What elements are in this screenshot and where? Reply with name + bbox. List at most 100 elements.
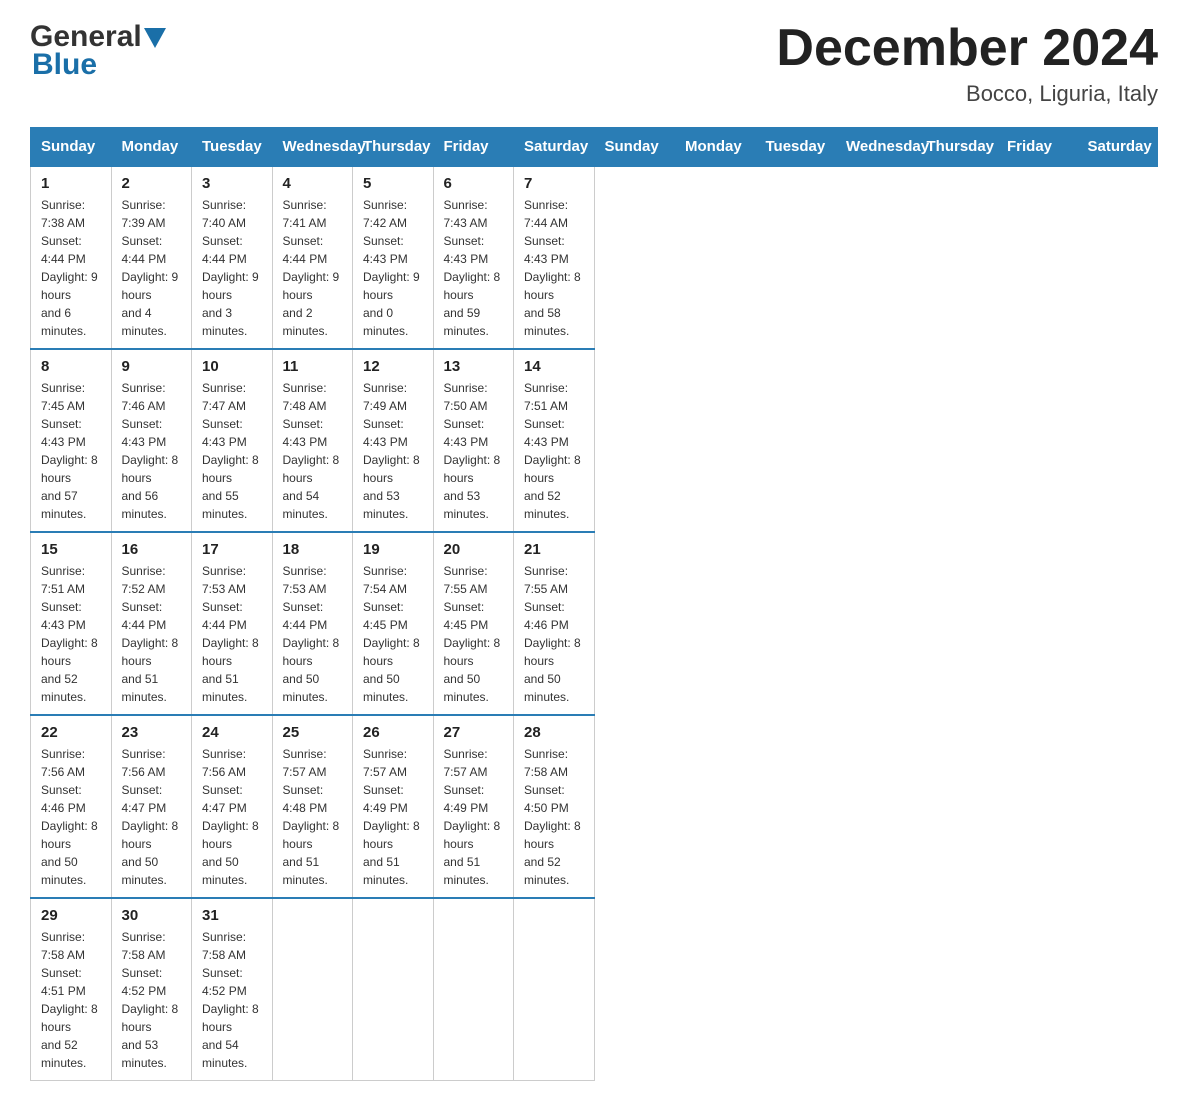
day-info: Sunrise: 7:53 AMSunset: 4:44 PMDaylight:… [283,562,343,706]
day-number: 7 [524,175,584,192]
day-info: Sunrise: 7:56 AMSunset: 4:47 PMDaylight:… [202,745,262,889]
day-cell-24: 24 Sunrise: 7:56 AMSunset: 4:47 PMDayligh… [192,715,273,898]
day-number: 20 [444,541,504,558]
day-info: Sunrise: 7:47 AMSunset: 4:43 PMDaylight:… [202,379,262,523]
week-row-3: 15 Sunrise: 7:51 AMSunset: 4:43 PMDayligh… [31,532,1158,715]
day-info: Sunrise: 7:56 AMSunset: 4:46 PMDaylight:… [41,745,101,889]
day-number: 10 [202,358,262,375]
day-info: Sunrise: 7:54 AMSunset: 4:45 PMDaylight:… [363,562,423,706]
day-number: 15 [41,541,101,558]
header-tuesday: Tuesday [192,128,273,167]
day-info: Sunrise: 7:41 AMSunset: 4:44 PMDaylight:… [283,196,343,340]
day-info: Sunrise: 7:56 AMSunset: 4:47 PMDaylight:… [122,745,182,889]
col-header-monday: Monday [675,128,756,167]
day-info: Sunrise: 7:50 AMSunset: 4:43 PMDaylight:… [444,379,504,523]
day-cell-27: 27 Sunrise: 7:57 AMSunset: 4:49 PMDayligh… [433,715,514,898]
col-header-tuesday: Tuesday [755,128,836,167]
day-number: 24 [202,724,262,741]
day-info: Sunrise: 7:57 AMSunset: 4:49 PMDaylight:… [444,745,504,889]
day-cell-8: 8 Sunrise: 7:45 AMSunset: 4:43 PMDaylight… [31,349,112,532]
day-number: 6 [444,175,504,192]
day-info: Sunrise: 7:46 AMSunset: 4:43 PMDaylight:… [122,379,182,523]
day-info: Sunrise: 7:52 AMSunset: 4:44 PMDaylight:… [122,562,182,706]
day-cell-15: 15 Sunrise: 7:51 AMSunset: 4:43 PMDayligh… [31,532,112,715]
day-info: Sunrise: 7:39 AMSunset: 4:44 PMDaylight:… [122,196,182,340]
header-sunday: Sunday [31,128,112,167]
day-cell-22: 22 Sunrise: 7:56 AMSunset: 4:46 PMDayligh… [31,715,112,898]
day-cell-17: 17 Sunrise: 7:53 AMSunset: 4:44 PMDayligh… [192,532,273,715]
day-cell-13: 13Sunrise: 7:50 AMSunset: 4:43 PMDayligh… [433,349,514,532]
day-info: Sunrise: 7:58 AMSunset: 4:50 PMDaylight:… [524,745,584,889]
day-info: Sunrise: 7:44 AMSunset: 4:43 PMDaylight:… [524,196,584,340]
day-cell-25: 25Sunrise: 7:57 AMSunset: 4:48 PMDayligh… [272,715,353,898]
day-number: 30 [122,907,182,924]
empty-cell [433,898,514,1081]
day-info: Sunrise: 7:51 AMSunset: 4:43 PMDaylight:… [524,379,584,523]
header-wednesday: Wednesday [272,128,353,167]
day-cell-29: 29 Sunrise: 7:58 AMSunset: 4:51 PMDayligh… [31,898,112,1081]
title-area: December 2024 Bocco, Liguria, Italy [776,20,1158,107]
day-cell-23: 23Sunrise: 7:56 AMSunset: 4:47 PMDayligh… [111,715,192,898]
day-number: 28 [524,724,584,741]
day-number: 9 [122,358,182,375]
day-info: Sunrise: 7:43 AMSunset: 4:43 PMDaylight:… [444,196,504,340]
col-header-wednesday: Wednesday [836,128,917,167]
week-row-1: 1 Sunrise: 7:38 AMSunset: 4:44 PMDaylight… [31,166,1158,349]
calendar-header-row: SundayMondayTuesdayWednesdayThursdayFrid… [31,128,1158,167]
day-info: Sunrise: 7:57 AMSunset: 4:49 PMDaylight:… [363,745,423,889]
day-number: 1 [41,175,101,192]
day-number: 14 [524,358,584,375]
day-info: Sunrise: 7:55 AMSunset: 4:45 PMDaylight:… [444,562,504,706]
day-number: 19 [363,541,423,558]
day-cell-18: 18Sunrise: 7:53 AMSunset: 4:44 PMDayligh… [272,532,353,715]
logo: General Blue [30,20,166,82]
day-cell-14: 14 Sunrise: 7:51 AMSunset: 4:43 PMDayligh… [514,349,595,532]
day-info: Sunrise: 7:58 AMSunset: 4:51 PMDaylight:… [41,928,101,1072]
day-number: 5 [363,175,423,192]
empty-cell [272,898,353,1081]
day-cell-12: 12Sunrise: 7:49 AMSunset: 4:43 PMDayligh… [353,349,434,532]
day-info: Sunrise: 7:38 AMSunset: 4:44 PMDaylight:… [41,196,101,340]
location: Bocco, Liguria, Italy [776,81,1158,107]
day-cell-6: 6 Sunrise: 7:43 AMSunset: 4:43 PMDaylight… [433,166,514,349]
day-number: 8 [41,358,101,375]
day-number: 27 [444,724,504,741]
day-number: 26 [363,724,423,741]
day-cell-20: 20 Sunrise: 7:55 AMSunset: 4:45 PMDayligh… [433,532,514,715]
day-info: Sunrise: 7:51 AMSunset: 4:43 PMDaylight:… [41,562,101,706]
day-cell-4: 4Sunrise: 7:41 AMSunset: 4:44 PMDaylight… [272,166,353,349]
header-friday: Friday [433,128,514,167]
day-cell-3: 3 Sunrise: 7:40 AMSunset: 4:44 PMDaylight… [192,166,273,349]
day-cell-11: 11 Sunrise: 7:48 AMSunset: 4:43 PMDayligh… [272,349,353,532]
day-number: 11 [283,358,343,375]
empty-cell [514,898,595,1081]
day-cell-5: 5 Sunrise: 7:42 AMSunset: 4:43 PMDaylight… [353,166,434,349]
col-header-saturday: Saturday [1077,128,1158,167]
day-number: 3 [202,175,262,192]
week-row-2: 8 Sunrise: 7:45 AMSunset: 4:43 PMDaylight… [31,349,1158,532]
day-info: Sunrise: 7:42 AMSunset: 4:43 PMDaylight:… [363,196,423,340]
day-number: 22 [41,724,101,741]
day-cell-30: 30Sunrise: 7:58 AMSunset: 4:52 PMDayligh… [111,898,192,1081]
day-number: 2 [122,175,182,192]
month-title: December 2024 [776,20,1158,77]
day-number: 29 [41,907,101,924]
day-cell-2: 2 Sunrise: 7:39 AMSunset: 4:44 PMDaylight… [111,166,192,349]
day-number: 17 [202,541,262,558]
header-thursday: Thursday [353,128,434,167]
day-info: Sunrise: 7:40 AMSunset: 4:44 PMDaylight:… [202,196,262,340]
empty-cell [353,898,434,1081]
day-cell-7: 7 Sunrise: 7:44 AMSunset: 4:43 PMDaylight… [514,166,595,349]
day-info: Sunrise: 7:48 AMSunset: 4:43 PMDaylight:… [283,379,343,523]
day-info: Sunrise: 7:45 AMSunset: 4:43 PMDaylight:… [41,379,101,523]
day-info: Sunrise: 7:53 AMSunset: 4:44 PMDaylight:… [202,562,262,706]
day-number: 31 [202,907,262,924]
day-cell-9: 9 Sunrise: 7:46 AMSunset: 4:43 PMDaylight… [111,349,192,532]
day-cell-19: 19 Sunrise: 7:54 AMSunset: 4:45 PMDayligh… [353,532,434,715]
header-monday: Monday [111,128,192,167]
day-number: 16 [122,541,182,558]
day-cell-28: 28 Sunrise: 7:58 AMSunset: 4:50 PMDayligh… [514,715,595,898]
day-number: 12 [363,358,423,375]
day-cell-1: 1 Sunrise: 7:38 AMSunset: 4:44 PMDaylight… [31,166,112,349]
col-header-thursday: Thursday [916,128,997,167]
